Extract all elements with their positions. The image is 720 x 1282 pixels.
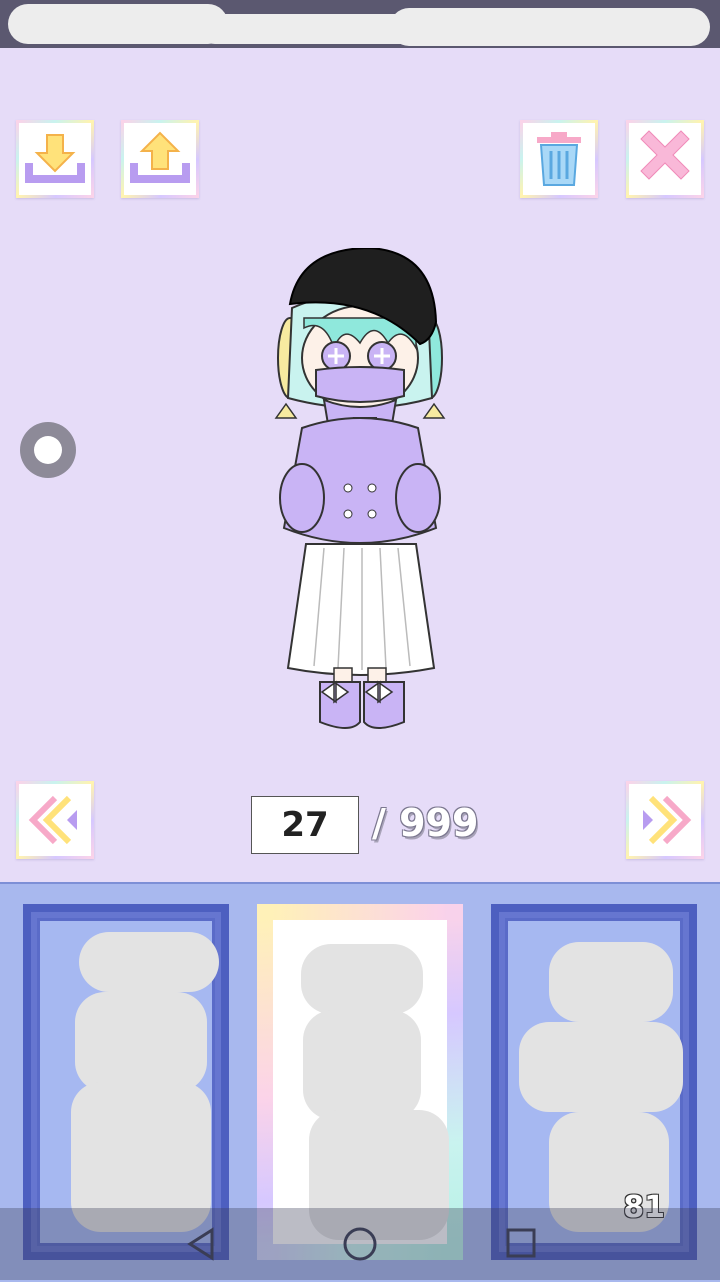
recents-button[interactable]	[504, 1226, 538, 1265]
redacted-thumbnail	[301, 944, 423, 1014]
double-chevron-right-icon	[643, 795, 692, 845]
page-total: / 999	[372, 801, 479, 845]
recents-square-icon	[506, 1228, 536, 1258]
redacted-scribble	[390, 8, 710, 46]
page-number-field[interactable]: 27	[251, 796, 359, 854]
chibi-character	[274, 246, 446, 729]
status-bar	[0, 0, 720, 48]
character-preview	[262, 246, 458, 743]
upload-tray-icon	[130, 131, 190, 183]
close-button[interactable]	[626, 120, 704, 198]
toggle-knob	[34, 436, 62, 464]
upload-button[interactable]	[121, 120, 199, 198]
redacted-scribble	[8, 4, 228, 44]
redacted-thumbnail	[519, 1022, 683, 1112]
next-button[interactable]	[626, 781, 704, 859]
home-circle-icon	[343, 1227, 377, 1261]
redacted-thumbnail	[79, 932, 219, 992]
toggle-button[interactable]	[20, 422, 76, 478]
back-triangle-icon	[187, 1227, 214, 1261]
redacted-thumbnail	[549, 942, 673, 1022]
double-chevron-left-icon	[28, 795, 77, 845]
back-button[interactable]	[184, 1226, 216, 1267]
slot-center[interactable]	[257, 904, 463, 1260]
trash-icon	[537, 132, 581, 186]
home-button[interactable]	[342, 1226, 378, 1267]
slot-right[interactable]: 81	[491, 904, 697, 1260]
delete-button[interactable]	[520, 120, 598, 198]
redacted-thumbnail	[303, 1010, 421, 1120]
previous-button[interactable]	[16, 781, 94, 859]
download-button[interactable]	[16, 120, 94, 198]
close-x-icon	[640, 130, 690, 180]
slot-left[interactable]	[23, 904, 229, 1260]
redacted-thumbnail	[75, 992, 207, 1092]
download-tray-icon	[25, 134, 85, 183]
